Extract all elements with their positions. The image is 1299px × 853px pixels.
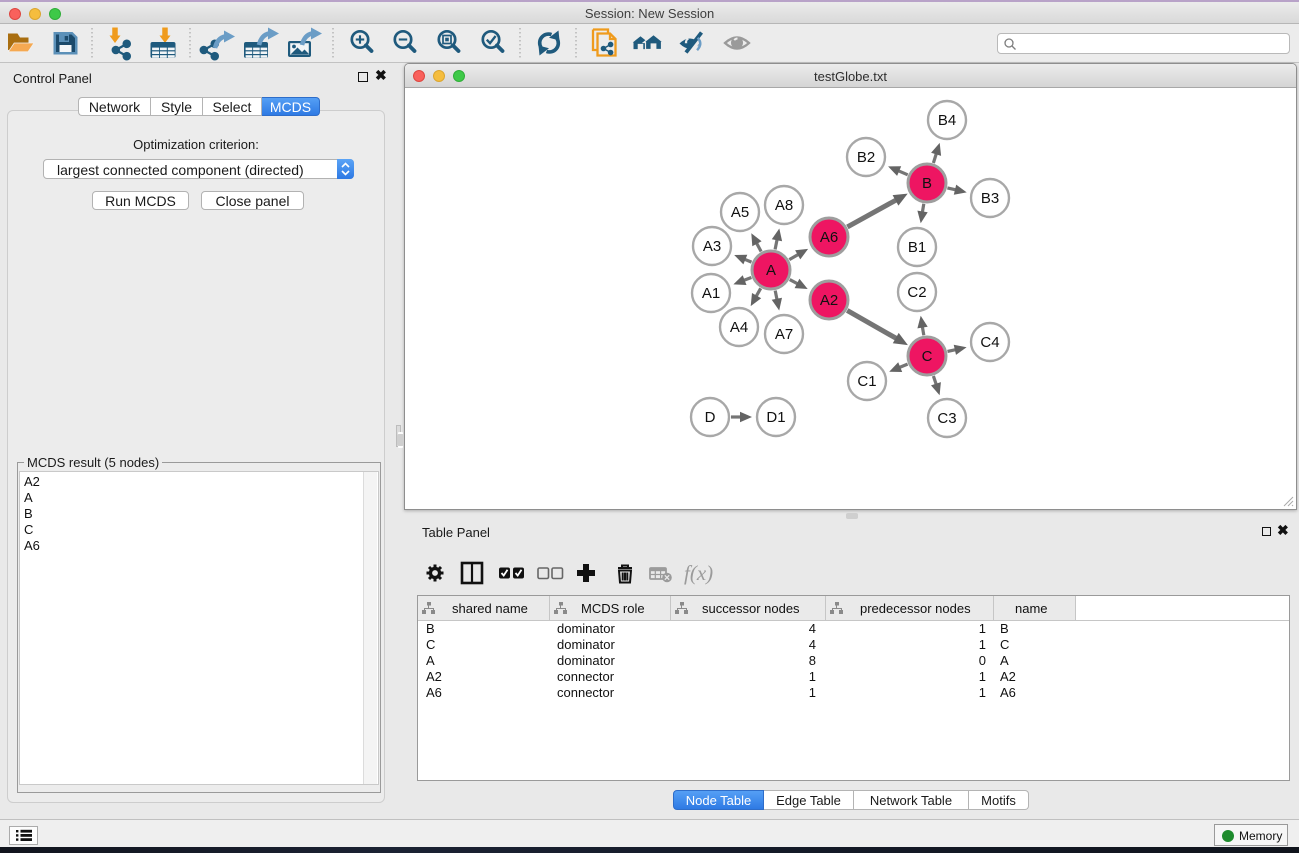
svg-text:f(x): f(x) xyxy=(684,561,713,585)
